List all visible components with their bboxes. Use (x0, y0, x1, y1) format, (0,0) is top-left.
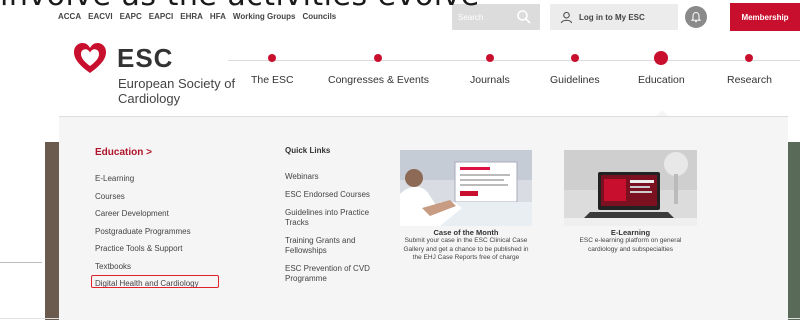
menu-link-digital-health[interactable]: Digital Health and Cardiology (91, 275, 219, 296)
nav-congresses-events[interactable]: Congresses & Events (328, 54, 429, 86)
overlay-caption: involve as the activities evolve (0, 0, 800, 13)
divider (0, 262, 42, 263)
nav-journals[interactable]: Journals (470, 54, 510, 86)
logo-subtitle: European Society of Cardiology (118, 76, 236, 106)
quick-link-guidelines-practice[interactable]: Guidelines into Practice Tracks (285, 208, 385, 228)
logo-title[interactable]: ESC (117, 43, 173, 74)
toplink-working-groups[interactable]: Working Groups (233, 12, 296, 21)
nav-guidelines[interactable]: Guidelines (550, 54, 600, 86)
nav-label: Education (638, 74, 685, 86)
quick-links: Webinars ESC Endorsed Courses Guidelines… (285, 172, 385, 284)
quick-links-column: Quick Links Webinars ESC Endorsed Course… (285, 146, 385, 292)
quick-link-training-grants[interactable]: Training Grants and Fellowships (285, 236, 385, 256)
nav-the-esc[interactable]: The ESC (251, 54, 294, 86)
case-of-month-card[interactable]: Case of the Month Submit your case in th… (400, 150, 532, 263)
nav-label: The ESC (251, 74, 294, 86)
card-description: ESC e-learning platform on general cardi… (579, 237, 682, 253)
nav-education[interactable]: Education (638, 51, 685, 86)
menu-link-e-learning[interactable]: E-Learning (95, 173, 199, 191)
toplink-hfa[interactable]: HFA (210, 12, 226, 21)
quick-link-endorsed-courses[interactable]: ESC Endorsed Courses (285, 190, 385, 200)
education-column: Education > E-Learning Courses Career De… (91, 147, 219, 296)
quick-links-heading: Quick Links (285, 146, 331, 155)
nav-label: Research (727, 74, 772, 86)
nav-label: Guidelines (550, 74, 600, 86)
e-learning-card[interactable]: E-Learning ESC e-learning platform on ge… (564, 150, 697, 254)
hero-image-right-edge (788, 142, 800, 320)
esc-heart-logo-icon[interactable] (73, 42, 107, 76)
menu-link-courses[interactable]: Courses (95, 191, 199, 209)
hero-image-left-edge (45, 142, 59, 320)
menu-link-practice-tools[interactable]: Practice Tools & Support (95, 243, 199, 261)
site-header: ESC European Society of Cardiology The E… (0, 34, 800, 114)
toplink-acca[interactable]: ACCA (58, 12, 81, 21)
toplink-eapci[interactable]: EAPCI (149, 12, 173, 21)
login-label: Log in to My ESC (579, 12, 645, 22)
highlight-box (91, 275, 219, 288)
quick-link-prevention-cvd[interactable]: ESC Prevention of CVD Programme (285, 264, 385, 284)
nav-dot (268, 54, 277, 62)
card-title: E-Learning (610, 228, 651, 237)
toplink-eacvi[interactable]: EACVI (88, 12, 112, 21)
nav-dot (485, 54, 494, 62)
education-heading-link[interactable]: Education > (95, 147, 199, 158)
nav-dot (374, 54, 383, 62)
toplink-ehra[interactable]: EHRA (180, 12, 203, 21)
e-learning-image (564, 150, 697, 226)
association-links: ACCA EACVI EAPC EAPCI EHRA HFA Working G… (58, 12, 336, 21)
card-title: Case of the Month (433, 228, 499, 237)
nav-research[interactable]: Research (727, 54, 772, 86)
nav-timeline (228, 60, 800, 61)
nav-label: Journals (470, 74, 510, 86)
toplink-eapc[interactable]: EAPC (120, 12, 142, 21)
nav-label: Congresses & Events (328, 74, 429, 86)
toplink-councils[interactable]: Councils (302, 12, 336, 21)
education-links: E-Learning Courses Career Development Po… (91, 173, 219, 296)
card-description: Submit your case in the ESC Clinical Cas… (403, 237, 529, 261)
quick-link-webinars[interactable]: Webinars (285, 172, 385, 182)
menu-link-postgraduate-programmes[interactable]: Postgraduate Programmes (95, 226, 199, 244)
menu-link-career-development[interactable]: Career Development (95, 208, 199, 226)
case-of-month-image (400, 150, 532, 226)
nav-dot-active (654, 51, 669, 65)
nav-dot (745, 54, 754, 62)
nav-dot (570, 54, 579, 62)
